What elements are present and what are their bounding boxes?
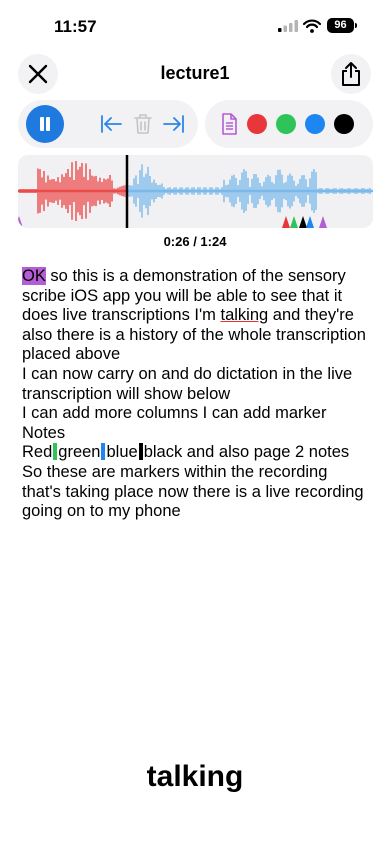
red-marker-button[interactable] bbox=[247, 114, 267, 134]
status-bar: 11:57 96 bbox=[0, 0, 390, 54]
transcript-text: so this is a demonstration of the sensor… bbox=[45, 267, 346, 285]
marker-triangle[interactable] bbox=[299, 216, 307, 228]
transcript-line: I can now carry on and do dictation in t… bbox=[22, 364, 353, 383]
playback-toolbar bbox=[18, 100, 198, 148]
skip-to-end-icon[interactable] bbox=[162, 112, 186, 136]
transcript-text: and they're bbox=[268, 306, 354, 325]
wifi-icon bbox=[303, 19, 321, 33]
purple-marker-triangle[interactable] bbox=[18, 216, 23, 228]
skip-to-start-icon[interactable] bbox=[99, 112, 123, 136]
waveform-graph[interactable] bbox=[18, 155, 373, 228]
transcript-text: black and also page 2 notes bbox=[143, 443, 350, 462]
transcript-line: I can add more columns I can add marker bbox=[22, 404, 327, 423]
marker-triangle[interactable] bbox=[306, 216, 314, 228]
battery-indicator: 96 bbox=[327, 18, 354, 33]
transcript-text: blue bbox=[106, 443, 138, 462]
status-time: 11:57 bbox=[54, 17, 97, 36]
transcript-text: Red bbox=[22, 443, 53, 462]
playback-time: 0:26 / 1:24 bbox=[163, 234, 227, 249]
share-button[interactable] bbox=[331, 54, 371, 94]
blue-marker[interactable] bbox=[101, 443, 106, 461]
waveform[interactable] bbox=[18, 155, 373, 228]
transcript-text: green bbox=[58, 443, 101, 462]
transcript-text: does live transcriptions I'm bbox=[22, 306, 221, 325]
black-marker[interactable] bbox=[138, 443, 143, 461]
transcript-line: also there is a history of the whole tra… bbox=[22, 325, 366, 344]
transcript-line: Notes bbox=[22, 423, 66, 442]
marker-triangle[interactable] bbox=[282, 216, 290, 228]
trash-icon[interactable] bbox=[131, 112, 155, 136]
transcript-line: does live transcriptions I'm talking and… bbox=[22, 306, 362, 326]
share-icon bbox=[342, 62, 360, 86]
transcript-line: going on to my phone bbox=[22, 502, 181, 521]
marker-triangle[interactable] bbox=[290, 216, 298, 228]
black-marker-button[interactable] bbox=[334, 114, 354, 134]
transcript-line: scribe iOS app you will be able to see t… bbox=[22, 286, 343, 305]
green-marker[interactable] bbox=[53, 443, 58, 461]
transcript: OK so this is a demonstration of the sen… bbox=[22, 267, 366, 522]
marker-toolbar bbox=[205, 100, 373, 148]
purple-marker-highlight: OK bbox=[22, 267, 46, 285]
marker-triangle[interactable] bbox=[319, 216, 327, 228]
misspelled-word[interactable]: talking bbox=[220, 306, 268, 324]
transcript-line: placed above bbox=[22, 345, 121, 364]
blue-marker-button[interactable] bbox=[305, 114, 325, 134]
transcript-line: transcription will show below bbox=[22, 384, 231, 403]
document-icon[interactable] bbox=[217, 112, 241, 136]
transcript-line: OK so this is a demonstration of the sen… bbox=[22, 267, 362, 287]
green-marker-button[interactable] bbox=[276, 114, 296, 134]
transcript-line: that's taking place now there is a live … bbox=[22, 482, 364, 501]
battery-tip bbox=[355, 23, 357, 28]
live-word: talking bbox=[146, 760, 244, 793]
transcript-line: So these are markers within the recordin… bbox=[22, 462, 328, 481]
transcript-line: Red green blue black and also page 2 notes bbox=[22, 443, 362, 463]
pause-button[interactable] bbox=[26, 105, 64, 143]
cellular-signal-icon bbox=[278, 20, 298, 32]
